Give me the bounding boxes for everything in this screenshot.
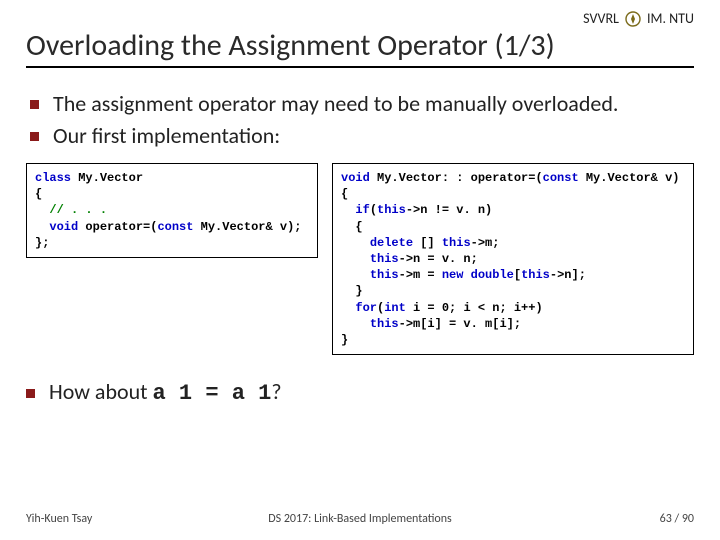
code-box-definition: void My.Vector: : operator=(const My.Vec… (332, 163, 694, 355)
list-item: The assignment operator may need to be m… (30, 90, 694, 118)
footer: Yih-Kuen Tsay DS 2017: Link-Based Implem… (26, 512, 694, 526)
page-title: Overloading the Assignment Operator (1/3… (26, 29, 694, 62)
slide: SVVRL IM. NTU Overloading the Assignment… (0, 0, 720, 540)
org-right: IM. NTU (647, 10, 694, 27)
howabout-bullet: How about a 1 = a 1? (26, 379, 694, 407)
code-box-declaration: class My.Vector { // . . . void operator… (26, 163, 318, 258)
header-org: SVVRL IM. NTU (26, 10, 694, 27)
org-left: SVVRL (583, 10, 619, 27)
list-item: Our first implementation: (30, 122, 694, 150)
bullet-icon (26, 389, 35, 398)
bullet-list: The assignment operator may need to be m… (30, 90, 694, 149)
code-row: class My.Vector { // . . . void operator… (26, 163, 694, 355)
bullet-text: Our first implementation: (53, 122, 280, 150)
howabout-text: How about a 1 = a 1? (49, 379, 282, 407)
ntu-logo-icon (625, 11, 641, 27)
bullet-text: The assignment operator may need to be m… (53, 90, 618, 118)
title-rule (26, 66, 694, 68)
footer-author: Yih-Kuen Tsay (26, 512, 92, 526)
footer-page: 63 / 90 (660, 512, 694, 526)
bullet-icon (30, 132, 39, 141)
footer-course: DS 2017: Link-Based Implementations (268, 512, 452, 526)
bullet-icon (30, 100, 39, 109)
